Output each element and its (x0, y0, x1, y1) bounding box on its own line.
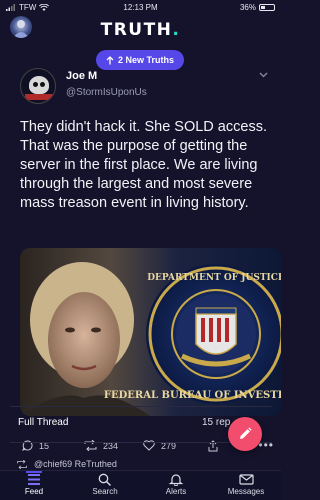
tab-alerts[interactable]: Alerts (146, 471, 206, 500)
tab-feed-label: Feed (24, 487, 44, 496)
retruth-text[interactable]: @chief69 ReTruthed (34, 459, 117, 469)
post-card[interactable]: Joe M @StormIsUponUs They didn't hack it… (10, 60, 281, 452)
new-truths-pill[interactable]: 2 New Truths (96, 50, 184, 70)
svg-text:DEPARTMENT OF JUSTICE: DEPARTMENT OF JUSTICE (147, 273, 281, 283)
thread-replies-count: 15 rep (202, 417, 231, 428)
battery-icon (259, 4, 275, 11)
retruth-small-icon (17, 459, 27, 469)
feed-icon (28, 474, 40, 485)
logo-dot: . (172, 20, 181, 40)
mail-icon (238, 474, 254, 485)
divider (10, 406, 272, 407)
post-image[interactable]: DEPARTMENT OF JUSTICE FEDERAL BUREAU OF … (20, 248, 281, 416)
avatar-banner (25, 94, 53, 100)
author-name[interactable]: Joe M (66, 70, 97, 82)
post-image-illustration: DEPARTMENT OF JUSTICE FEDERAL BUREAU OF … (20, 262, 281, 416)
status-bar: TFW 12:13 PM 36% (0, 0, 281, 14)
skull-image (29, 76, 49, 94)
tab-alerts-label: Alerts (165, 487, 187, 496)
search-icon (98, 473, 111, 486)
post-text: They didn't hack it. She SOLD access. Th… (20, 119, 267, 211)
bell-icon (169, 474, 183, 486)
tab-bar: Feed Search Alerts Messages (0, 470, 281, 500)
tab-feed[interactable]: Feed (4, 471, 64, 500)
full-thread-label[interactable]: Full Thread (18, 417, 68, 428)
tab-search-label: Search (92, 487, 118, 496)
author-avatar[interactable] (20, 68, 56, 104)
chevron-down-icon[interactable] (259, 70, 268, 81)
battery-fill (261, 6, 266, 9)
tab-search[interactable]: Search (75, 471, 135, 500)
app-header: TRUTH. (0, 14, 281, 50)
skull-eye-left (33, 82, 38, 87)
truth-logo: TRUTH. (0, 20, 281, 40)
next-post-retruth: @chief69 ReTruthed (16, 459, 117, 469)
battery-percent: 36% (239, 3, 256, 12)
arrow-up-icon (106, 55, 114, 64)
status-time: 12:13 PM (123, 3, 158, 12)
skull-eye-right (40, 82, 45, 87)
new-truths-label: 2 New Truths (117, 55, 174, 65)
pencil-icon (240, 427, 252, 439)
battery-info: 36% (240, 3, 275, 12)
compose-button[interactable] (228, 417, 262, 451)
tab-messages-label: Messages (227, 487, 265, 496)
logo-text: TRUTH (100, 20, 173, 40)
tab-messages[interactable]: Messages (216, 471, 276, 500)
active-tab-indicator (26, 471, 42, 473)
author-handle[interactable]: @StormIsUponUs (66, 87, 147, 98)
svg-text:FEDERAL BUREAU OF INVESTIGATIO: FEDERAL BUREAU OF INVESTIGATION (104, 390, 281, 401)
